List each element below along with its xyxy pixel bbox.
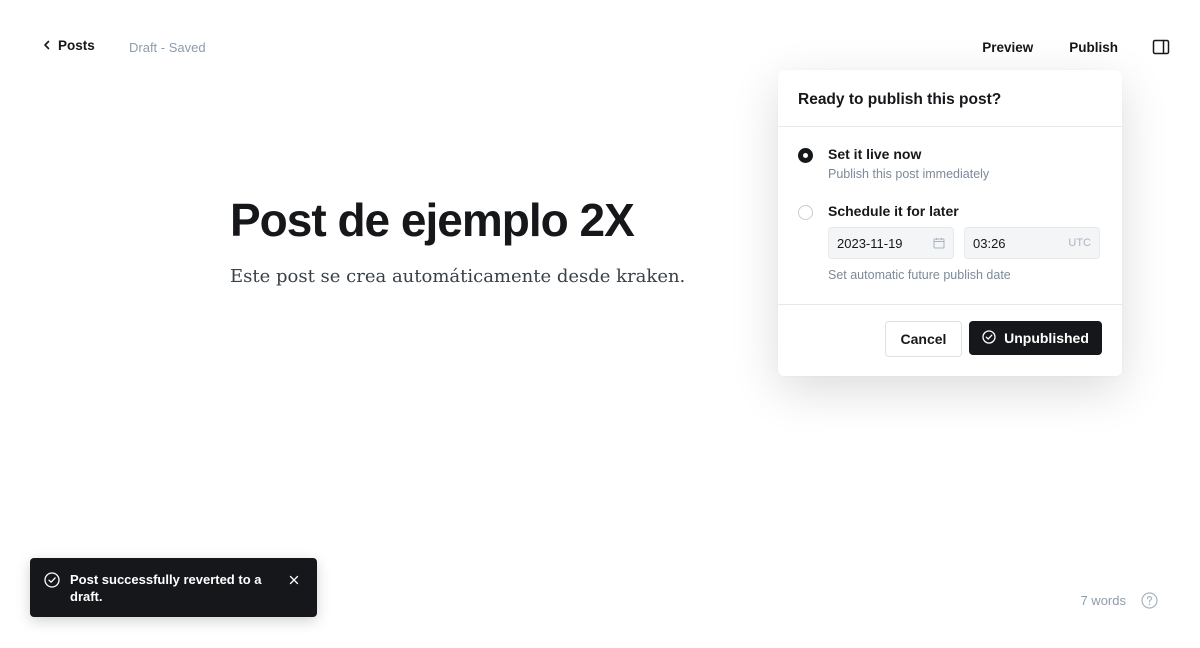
- publish-now-description: Publish this post immediately: [828, 167, 990, 181]
- preview-button[interactable]: Preview: [982, 40, 1033, 55]
- chevron-left-icon: [42, 38, 52, 53]
- publish-button[interactable]: Publish: [1069, 40, 1118, 55]
- unpublished-button-label: Unpublished: [1004, 330, 1089, 346]
- publish-panel-footer: Cancel Unpublished: [778, 304, 1122, 376]
- publish-time-field[interactable]: UTC: [964, 227, 1100, 259]
- schedule-fields: UTC: [828, 227, 1100, 259]
- cancel-button[interactable]: Cancel: [885, 321, 962, 357]
- calendar-icon[interactable]: [933, 237, 945, 249]
- timezone-label: UTC: [1068, 237, 1091, 249]
- publish-now-title[interactable]: Set it live now: [828, 146, 989, 162]
- publish-now-radio[interactable]: [798, 148, 813, 163]
- publish-panel: Ready to publish this post? Set it live …: [778, 70, 1122, 376]
- post-editor-page: Posts Draft - Saved Preview Publish Post…: [0, 0, 1200, 648]
- toast-message: Post successfully reverted to a draft.: [70, 572, 262, 604]
- unpublished-button[interactable]: Unpublished: [969, 321, 1102, 355]
- word-count: 7 words: [1080, 593, 1126, 608]
- notification-toast: Post successfully reverted to a draft.: [30, 558, 317, 617]
- publish-date-input[interactable]: [837, 235, 907, 251]
- publish-now-option[interactable]: Set it live now Publish this post immedi…: [798, 146, 989, 181]
- schedule-later-option[interactable]: Schedule it for later: [798, 203, 959, 220]
- post-title[interactable]: Post de ejemplo 2X: [230, 193, 635, 247]
- schedule-later-radio[interactable]: [798, 205, 813, 220]
- check-circle-icon: [44, 572, 60, 588]
- publish-time-input[interactable]: [973, 235, 1043, 251]
- publish-panel-heading: Ready to publish this post?: [778, 70, 1122, 127]
- sidebar-toggle-icon[interactable]: [1152, 38, 1170, 56]
- close-icon[interactable]: [287, 573, 301, 587]
- publish-date-field[interactable]: [828, 227, 954, 259]
- back-to-posts-link[interactable]: Posts: [42, 38, 95, 53]
- help-icon[interactable]: [1141, 592, 1158, 609]
- back-link-label: Posts: [58, 38, 95, 53]
- schedule-later-title[interactable]: Schedule it for later: [828, 203, 959, 219]
- top-actions: Preview Publish: [982, 38, 1170, 56]
- draft-status: Draft - Saved: [129, 40, 206, 55]
- check-circle-icon: [982, 329, 996, 347]
- post-excerpt[interactable]: Este post se crea automáticamente desde …: [230, 266, 685, 287]
- schedule-hint: Set automatic future publish date: [828, 268, 1011, 282]
